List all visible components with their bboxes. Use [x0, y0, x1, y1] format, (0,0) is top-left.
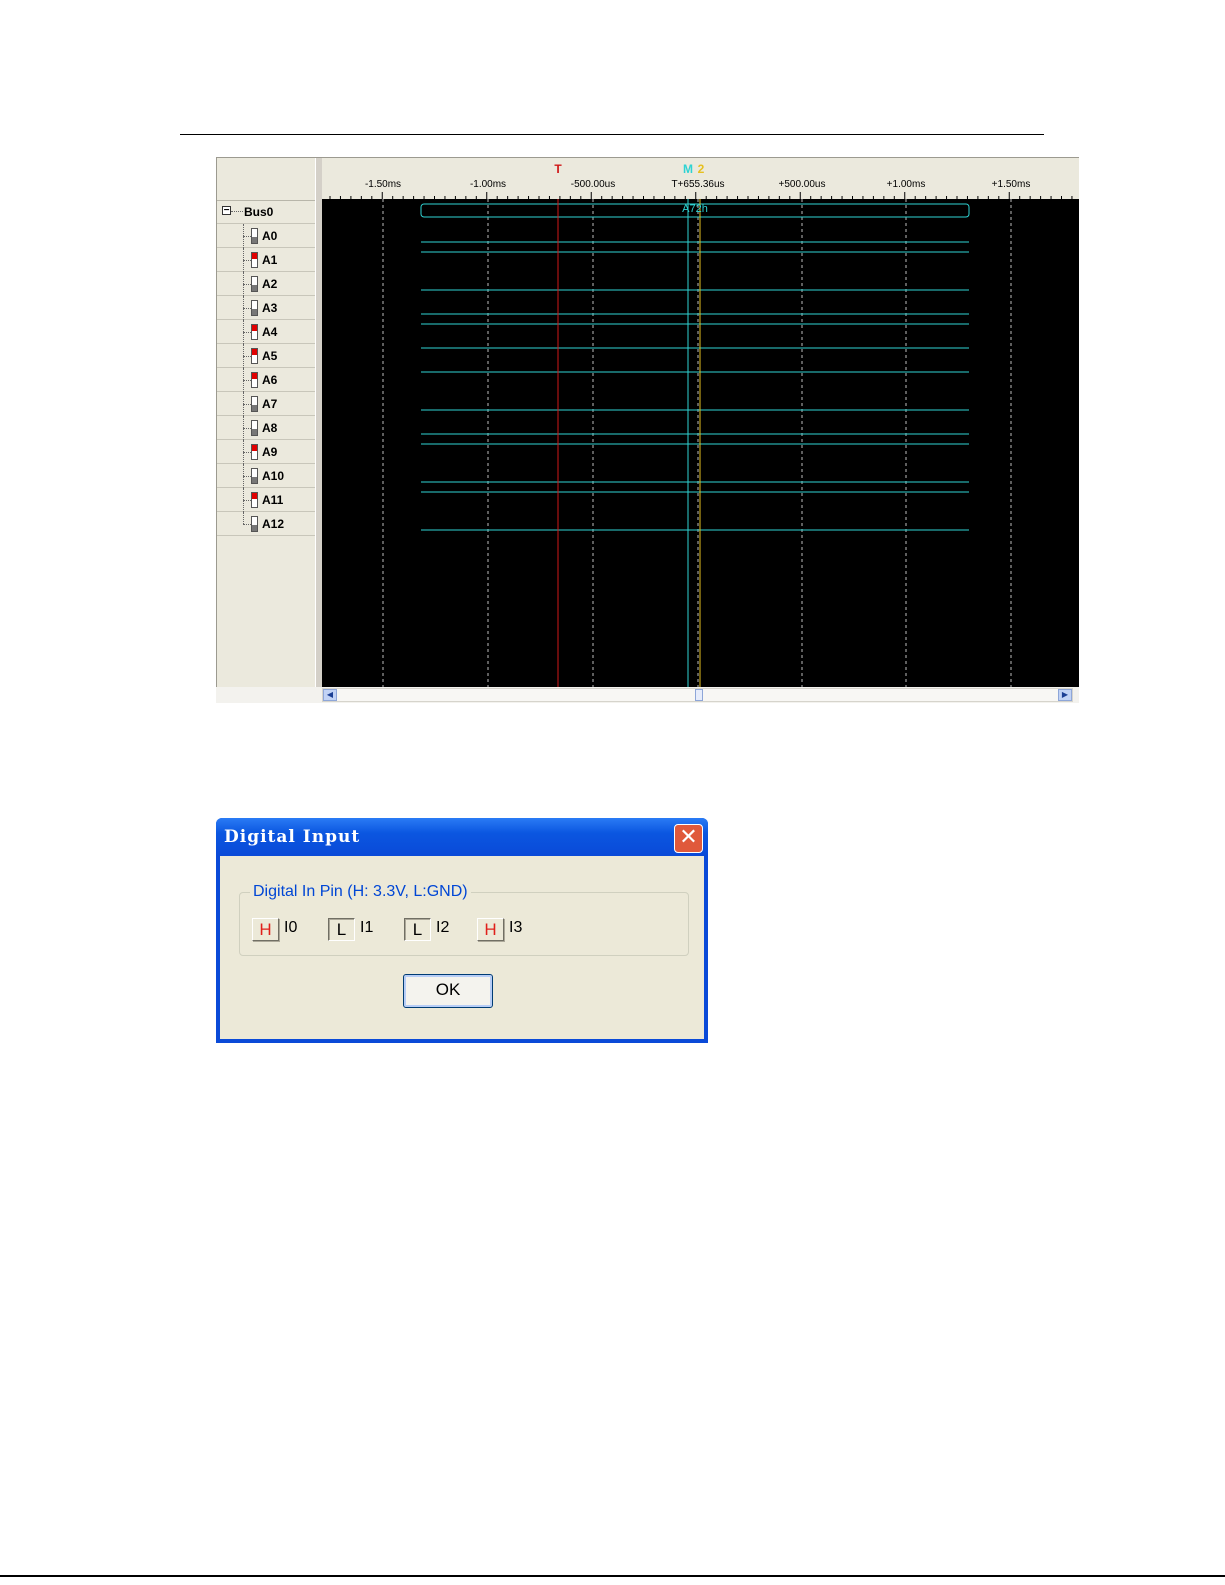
- scroll-thumb[interactable]: [695, 689, 703, 701]
- channel-label: A0: [262, 229, 278, 243]
- channel-label: A3: [262, 301, 278, 315]
- channel-label: A1: [262, 253, 278, 267]
- tree-connector: [243, 236, 251, 237]
- group-label: Digital In Pin (H: 3.3V, L:GND): [250, 883, 471, 901]
- channel-label: A10: [262, 469, 285, 483]
- channel-state-icon: [251, 420, 258, 436]
- tree-connector: [243, 500, 251, 501]
- channel-label: A5: [262, 349, 278, 363]
- channel-label: A12: [262, 517, 285, 531]
- channel-state-icon: [251, 252, 258, 268]
- tree-connector: [231, 211, 243, 212]
- waveform-svg: [382, 199, 1012, 687]
- close-icon[interactable]: ✕: [674, 824, 703, 853]
- logic-analyzer-panel: − Bus0 A0 A1 A2 A3 A4 A5 A6 A7 A8 A9 A10 A11 A12 T M…: [216, 157, 1079, 703]
- channel-row[interactable]: A5: [217, 344, 315, 368]
- ruler-ticks: [329, 192, 1073, 200]
- page-bottom-rule: [0, 1575, 1225, 1577]
- bus-value-label: A72h: [682, 203, 708, 215]
- tree-connector: [243, 284, 251, 285]
- scroll-left-icon[interactable]: ◀: [323, 689, 337, 701]
- pin-i0-toggle[interactable]: H: [252, 918, 279, 941]
- channel-label: A8: [262, 421, 278, 435]
- tree-connector: [243, 308, 251, 309]
- waveform-plot[interactable]: A72h: [322, 199, 1079, 687]
- channel-row[interactable]: A2: [217, 272, 315, 296]
- channel-state-icon: [251, 276, 258, 292]
- tree-connector: [243, 452, 251, 453]
- channel-row[interactable]: A9: [217, 440, 315, 464]
- tree-connector: [243, 356, 251, 357]
- channel-label: A6: [262, 373, 278, 387]
- channel-row[interactable]: A10: [217, 464, 315, 488]
- channel-label: A7: [262, 397, 278, 411]
- pin-i2-toggle[interactable]: L: [404, 918, 431, 941]
- channel-row[interactable]: A8: [217, 416, 315, 440]
- pin-i3-label: I3: [509, 919, 523, 936]
- tree-connector: [243, 380, 251, 381]
- tree-connector: [243, 524, 251, 525]
- bus-label: Bus0: [244, 205, 274, 219]
- waveform-area: T M 2 -1.50ms -1.00ms -500.00us T+655.36us +…: [322, 157, 1079, 687]
- tree-connector: [243, 260, 251, 261]
- channel-state-icon: [251, 468, 258, 484]
- channel-label: A2: [262, 277, 278, 291]
- horizontal-scrollbar[interactable]: ◀ ▶: [216, 687, 1079, 703]
- channel-row[interactable]: A11: [217, 488, 315, 512]
- scroll-track[interactable]: ◀ ▶: [322, 688, 1073, 702]
- pin-i1-toggle[interactable]: L: [328, 918, 355, 941]
- tree-connector: [243, 476, 251, 477]
- pin-i0-label: I0: [284, 919, 298, 936]
- pin-i2-label: I2: [436, 919, 450, 936]
- channel-label: A11: [262, 493, 284, 507]
- channel-row[interactable]: A12: [217, 512, 315, 536]
- pin-groupbox: Digital In Pin (H: 3.3V, L:GND) H I0 L I…: [239, 883, 689, 956]
- channel-row[interactable]: A3: [217, 296, 315, 320]
- channel-label: A9: [262, 445, 278, 459]
- channel-state-icon: [251, 348, 258, 364]
- time-ruler: T M 2 -1.50ms -1.00ms -500.00us T+655.36us +…: [322, 157, 1079, 200]
- scroll-right-icon[interactable]: ▶: [1058, 689, 1072, 701]
- dialog-titlebar[interactable]: Digital Input ✕: [216, 818, 708, 856]
- tree-connector: [243, 428, 251, 429]
- channel-row[interactable]: A6: [217, 368, 315, 392]
- tree-connector: [243, 332, 251, 333]
- channel-row[interactable]: A4: [217, 320, 315, 344]
- collapse-icon[interactable]: −: [222, 206, 231, 216]
- channel-state-icon: [251, 516, 258, 532]
- channel-row[interactable]: A0: [217, 224, 315, 248]
- tree-connector: [243, 404, 251, 405]
- channel-state-icon: [251, 372, 258, 388]
- channel-state-icon: [251, 396, 258, 412]
- ok-button[interactable]: OK: [403, 974, 493, 1008]
- channel-state-icon: [251, 228, 258, 244]
- channel-tree-header: [217, 158, 323, 201]
- dialog-body: Digital In Pin (H: 3.3V, L:GND) H I0 L I…: [220, 856, 704, 1039]
- channel-tree: − Bus0 A0 A1 A2 A3 A4 A5 A6 A7 A8 A9 A10 A11 A12: [216, 157, 323, 688]
- pin-i3-toggle[interactable]: H: [477, 918, 504, 941]
- channel-state-icon: [251, 300, 258, 316]
- channel-state-icon: [251, 324, 258, 340]
- page-top-rule: [180, 134, 1044, 135]
- channel-state-icon: [251, 444, 258, 460]
- channel-state-icon: [251, 492, 258, 508]
- bus-row[interactable]: − Bus0: [217, 200, 315, 224]
- channel-row[interactable]: A7: [217, 392, 315, 416]
- digital-input-dialog: Digital Input ✕ Digital In Pin (H: 3.3V,…: [216, 818, 708, 1043]
- tree-connector: [243, 512, 244, 524]
- channel-row[interactable]: A1: [217, 248, 315, 272]
- dialog-title: Digital Input: [224, 827, 361, 847]
- channel-label: A4: [262, 325, 278, 339]
- pin-i1-label: I1: [360, 919, 374, 936]
